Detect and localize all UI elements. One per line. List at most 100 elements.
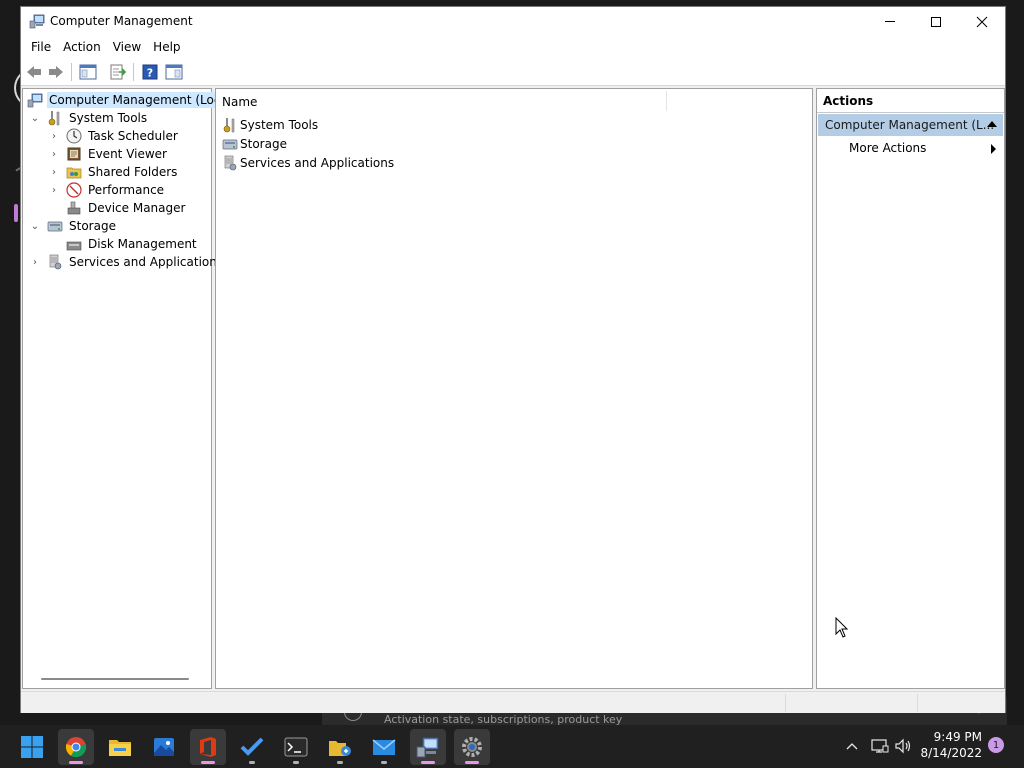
- results-pane[interactable]: Name System Tools Storage Services and A…: [215, 88, 813, 689]
- speaker-icon: [895, 738, 911, 754]
- photos-icon: [154, 738, 174, 756]
- mail-icon: [372, 739, 396, 755]
- tree-item-task-scheduler[interactable]: › Task Scheduler: [48, 127, 180, 145]
- taskbar-mail[interactable]: [366, 729, 402, 765]
- office-icon: [200, 737, 216, 757]
- computer-management-window: Computer Management File Action View Hel…: [20, 6, 1006, 713]
- taskbar-terminal[interactable]: [278, 729, 314, 765]
- event-viewer-icon: [67, 147, 81, 161]
- show-hide-action-pane-button[interactable]: [164, 63, 184, 81]
- chevron-right-icon[interactable]: ›: [48, 184, 60, 196]
- background-accent-bar: [14, 204, 18, 222]
- tree-item-computer-management[interactable]: Computer Management (Local: [27, 91, 234, 109]
- chrome-icon: [65, 737, 87, 758]
- start-button[interactable]: [14, 729, 50, 765]
- actions-section-computer-management[interactable]: Computer Management (L...: [818, 114, 1003, 136]
- minimize-button[interactable]: [867, 7, 913, 36]
- system-tools-icon: [48, 111, 60, 126]
- running-indicator: [421, 761, 435, 764]
- menu-action[interactable]: Action: [57, 36, 107, 58]
- status-bar: [21, 691, 1005, 713]
- taskbar-office[interactable]: [190, 729, 226, 765]
- more-actions-item[interactable]: More Actions: [849, 141, 926, 155]
- toolbar-separator: [71, 63, 72, 81]
- menu-help[interactable]: Help: [147, 36, 186, 58]
- list-item-services-and-applications[interactable]: Services and Applications: [222, 153, 394, 172]
- taskbar-photos[interactable]: [146, 729, 182, 765]
- running-indicator: [465, 761, 479, 764]
- chevron-down-icon[interactable]: ⌄: [29, 220, 41, 232]
- notification-badge[interactable]: 1: [988, 737, 1004, 753]
- chevron-right-icon[interactable]: ›: [29, 256, 41, 268]
- running-indicator: [337, 761, 343, 764]
- performance-icon: [66, 182, 82, 198]
- taskbar-file-explorer[interactable]: [102, 729, 138, 765]
- computer-management-icon: [416, 737, 439, 758]
- list-item-system-tools[interactable]: System Tools: [222, 115, 318, 134]
- disk-management-icon: [66, 241, 82, 251]
- tree-item-performance[interactable]: › Performance: [48, 181, 166, 199]
- submenu-arrow-icon[interactable]: [991, 144, 996, 154]
- horizontal-scrollbar[interactable]: [41, 678, 189, 680]
- actions-section-label: Computer Management (L...: [825, 118, 995, 132]
- forward-arrow-icon: [49, 66, 63, 78]
- menu-view[interactable]: View: [107, 36, 147, 58]
- taskbar: 9:49 PM 8/14/2022 1: [0, 725, 1024, 768]
- tree-item-storage[interactable]: ⌄ Storage: [29, 217, 118, 235]
- tree-item-shared-folders[interactable]: › Shared Folders: [48, 163, 179, 181]
- file-explorer-icon: [109, 740, 131, 756]
- maximize-button[interactable]: [913, 7, 959, 36]
- background-settings-text: Activation state, subscriptions, product…: [384, 713, 623, 725]
- file-share-icon: [329, 741, 351, 756]
- forward-button[interactable]: [46, 63, 66, 81]
- tree-item-label: Performance: [88, 183, 165, 197]
- toolbar-separator: [133, 63, 134, 81]
- chevron-right-icon[interactable]: ›: [48, 130, 60, 142]
- show-hidden-icons-button[interactable]: [842, 736, 862, 756]
- tree-item-device-manager[interactable]: Device Manager: [66, 199, 187, 217]
- running-indicator: [69, 761, 83, 764]
- collapse-up-icon[interactable]: [987, 121, 997, 127]
- show-hide-console-tree-button[interactable]: [78, 63, 98, 81]
- title-bar[interactable]: Computer Management: [21, 7, 1005, 36]
- tree-item-services-and-applications[interactable]: › Services and Applications: [29, 253, 225, 271]
- services-applications-icon: [224, 155, 237, 170]
- tree-item-disk-management[interactable]: Disk Management: [66, 235, 199, 253]
- menu-file[interactable]: File: [25, 36, 57, 58]
- close-button[interactable]: [959, 7, 1005, 36]
- status-cell: [917, 694, 1005, 712]
- taskbar-clock[interactable]: 9:49 PM 8/14/2022: [920, 729, 982, 761]
- maximize-icon: [931, 16, 941, 27]
- back-button[interactable]: [24, 63, 44, 81]
- chevron-up-icon: [846, 743, 858, 750]
- list-item-storage[interactable]: Storage: [222, 134, 287, 153]
- tree-item-event-viewer[interactable]: › Event Viewer: [48, 145, 169, 163]
- taskbar-settings[interactable]: [454, 729, 490, 765]
- device-manager-icon: [67, 201, 81, 215]
- export-list-button[interactable]: [108, 63, 128, 81]
- network-button[interactable]: [870, 736, 890, 756]
- list-item-label: Storage: [240, 136, 287, 151]
- tree-item-system-tools[interactable]: ⌄ System Tools: [29, 109, 149, 127]
- chevron-down-icon[interactable]: ⌄: [29, 112, 41, 124]
- actions-pane: Actions Computer Management (L... More A…: [816, 88, 1005, 689]
- column-divider[interactable]: [666, 91, 667, 111]
- list-item-label: Services and Applications: [240, 155, 395, 170]
- chevron-right-icon[interactable]: ›: [48, 166, 60, 178]
- console-tree-pane[interactable]: Computer Management (Local ⌄ System Tool…: [22, 88, 234, 689]
- taskbar-file-share[interactable]: [322, 729, 358, 765]
- chevron-right-icon[interactable]: ›: [48, 148, 60, 160]
- clock-date: 8/14/2022: [920, 746, 982, 760]
- help-button[interactable]: ?: [140, 63, 160, 81]
- column-header-name[interactable]: Name: [222, 95, 257, 109]
- tree-item-label: Disk Management: [88, 237, 197, 251]
- volume-button[interactable]: [894, 736, 914, 756]
- taskbar-computer-management[interactable]: [410, 729, 446, 765]
- taskbar-todo[interactable]: [234, 729, 270, 765]
- running-indicator: [249, 761, 255, 764]
- running-indicator: [293, 761, 299, 764]
- services-applications-icon: [49, 254, 62, 270]
- close-icon: [976, 16, 988, 27]
- tree-item-label: Storage: [69, 219, 116, 233]
- taskbar-chrome[interactable]: [58, 729, 94, 765]
